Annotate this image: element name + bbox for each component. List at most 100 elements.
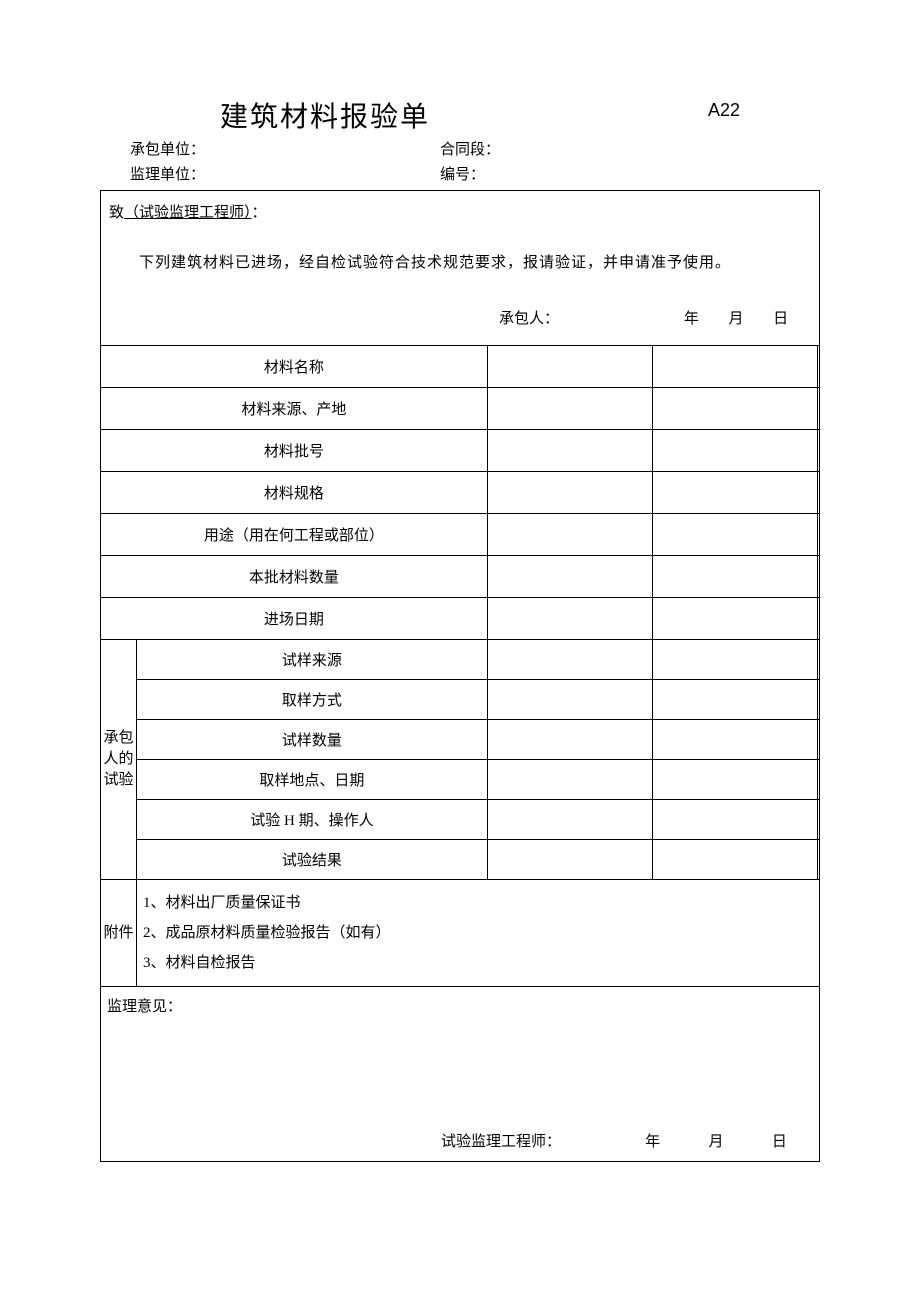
cell-r4-c2 bbox=[652, 472, 817, 514]
cell-r4-c3 bbox=[817, 472, 819, 514]
cell-r3-c3 bbox=[817, 430, 819, 472]
contractor-person-label: 承包人： bbox=[499, 307, 669, 328]
row-material-source: 材料来源、产地 bbox=[101, 388, 820, 430]
meta-row-1: 承包单位： 合同段： bbox=[100, 138, 820, 159]
label-test-result: 试验结果 bbox=[137, 840, 488, 880]
contract-section-label: 合同段： bbox=[440, 138, 820, 159]
cell-g3-c2 bbox=[652, 720, 817, 760]
label-material-spec: 材料规格 bbox=[101, 472, 488, 514]
label-sample-source: 试样来源 bbox=[137, 640, 488, 680]
cell-r6-c1 bbox=[487, 556, 652, 598]
opinion-date: 年 月 日 bbox=[621, 1130, 819, 1151]
label-attachments: 附件 bbox=[101, 880, 137, 987]
cell-r2-c3 bbox=[817, 388, 819, 430]
group-label-text: 承包人的试验 bbox=[103, 730, 133, 788]
to-target: （试验监理工程师） bbox=[124, 205, 252, 221]
body-text: 下列建筑材料已进场，经自检试验符合技术规范要求，报请验证，并申请准予使用。 bbox=[109, 250, 811, 277]
cell-r7-c1 bbox=[487, 598, 652, 640]
label-material-name: 材料名称 bbox=[101, 346, 488, 388]
row-attachments: 附件 1、材料出厂质量保证书 2、成品原材料质量检验报告（如有） 3、材料自检报… bbox=[101, 880, 820, 987]
opinion-year: 年 bbox=[645, 1130, 660, 1151]
opinion-person-label: 试验监理工程师： bbox=[441, 1130, 621, 1151]
label-usage: 用途（用在何工程或部位） bbox=[101, 514, 488, 556]
attach-label-text: 附件 bbox=[103, 925, 133, 941]
top-section-cell: 致（试验监理工程师）： 下列建筑材料已进场，经自检试验符合技术规范要求，报请验证… bbox=[101, 191, 820, 346]
row-test-result: 试验结果 bbox=[101, 840, 820, 880]
opinion-month: 月 bbox=[708, 1130, 723, 1151]
attachment-1: 1、材料出厂质量保证书 bbox=[143, 888, 813, 918]
label-sample-quantity: 试样数量 bbox=[137, 720, 488, 760]
opinion-cell: 监理意见： 试验监理工程师： 年 月 日 bbox=[101, 987, 820, 1162]
cell-g3-c1 bbox=[487, 720, 652, 760]
cell-g3-c3 bbox=[817, 720, 819, 760]
cell-g1-c1 bbox=[487, 640, 652, 680]
attachments-cell: 1、材料出厂质量保证书 2、成品原材料质量检验报告（如有） 3、材料自检报告 bbox=[137, 880, 820, 987]
opinion-sign-row: 试验监理工程师： 年 月 日 bbox=[101, 1130, 819, 1151]
form-code: A22 bbox=[708, 100, 740, 121]
cell-g4-c2 bbox=[652, 760, 817, 800]
label-sampling-location-date: 取样地点、日期 bbox=[137, 760, 488, 800]
cell-r1-c2 bbox=[652, 346, 817, 388]
opinion-day: 日 bbox=[772, 1130, 787, 1151]
opinion-spacer bbox=[101, 1130, 441, 1151]
supervisor-label: 监理单位： bbox=[100, 163, 440, 184]
attachment-3: 3、材料自检报告 bbox=[143, 948, 813, 978]
row-usage: 用途（用在何工程或部位） bbox=[101, 514, 820, 556]
label-contractor-test-group: 承包人的试验 bbox=[101, 640, 137, 880]
row-sampling-location-date: 取样地点、日期 bbox=[101, 760, 820, 800]
cell-r2-c1 bbox=[487, 388, 652, 430]
sign-spacer bbox=[109, 307, 499, 328]
row-sampling-method: 取样方式 bbox=[101, 680, 820, 720]
cell-r7-c3 bbox=[817, 598, 819, 640]
cell-g2-c2 bbox=[652, 680, 817, 720]
cell-r7-c2 bbox=[652, 598, 817, 640]
cell-r5-c3 bbox=[817, 514, 819, 556]
cell-g5-c1 bbox=[487, 800, 652, 840]
to-suffix: ： bbox=[252, 205, 267, 221]
to-prefix: 致 bbox=[109, 205, 124, 221]
cell-r6-c3 bbox=[817, 556, 819, 598]
row-quantity: 本批材料数量 bbox=[101, 556, 820, 598]
cell-g1-c3 bbox=[817, 640, 819, 680]
cell-r4-c1 bbox=[487, 472, 652, 514]
to-line: 致（试验监理工程师）： bbox=[109, 201, 811, 222]
attachment-2: 2、成品原材料质量检验报告（如有） bbox=[143, 918, 813, 948]
contractor-label: 承包单位： bbox=[100, 138, 440, 159]
meta-row-2: 监理单位： 编号： bbox=[100, 163, 820, 184]
cell-g4-c3 bbox=[817, 760, 819, 800]
form-title: 建筑材料报验单 bbox=[220, 95, 430, 135]
top-sign-row: 承包人： 年 月 日 bbox=[109, 307, 811, 328]
cell-g4-c1 bbox=[487, 760, 652, 800]
cell-g6-c3 bbox=[817, 840, 819, 880]
page-container: 建筑材料报验单 A22 承包单位： 合同段： 监理单位： 编号： 致（试验监理工… bbox=[0, 0, 920, 1222]
row-opinion: 监理意见： 试验监理工程师： 年 月 日 bbox=[101, 987, 820, 1162]
label-arrival-date: 进场日期 bbox=[101, 598, 488, 640]
top-date: 年 月 日 bbox=[669, 307, 811, 328]
label-quantity: 本批材料数量 bbox=[101, 556, 488, 598]
cell-r6-c2 bbox=[652, 556, 817, 598]
opinion-label: 监理意见： bbox=[107, 995, 813, 1016]
row-sample-source: 承包人的试验 试样来源 bbox=[101, 640, 820, 680]
month-label: 月 bbox=[728, 307, 743, 328]
top-section-row: 致（试验监理工程师）： 下列建筑材料已进场，经自检试验符合技术规范要求，报请验证… bbox=[101, 191, 820, 346]
cell-g6-c2 bbox=[652, 840, 817, 880]
row-test-date-operator: 试验 H 期、操作人 bbox=[101, 800, 820, 840]
cell-r5-c2 bbox=[652, 514, 817, 556]
cell-r1-c3 bbox=[817, 346, 819, 388]
cell-r1-c1 bbox=[487, 346, 652, 388]
number-label: 编号： bbox=[440, 163, 820, 184]
main-table: 致（试验监理工程师）： 下列建筑材料已进场，经自检试验符合技术规范要求，报请验证… bbox=[100, 190, 820, 1162]
row-material-name: 材料名称 bbox=[101, 346, 820, 388]
cell-g5-c3 bbox=[817, 800, 819, 840]
cell-g6-c1 bbox=[487, 840, 652, 880]
cell-g5-c2 bbox=[652, 800, 817, 840]
cell-r2-c2 bbox=[652, 388, 817, 430]
day-label: 日 bbox=[773, 307, 788, 328]
cell-r3-c2 bbox=[652, 430, 817, 472]
label-test-date-operator: 试验 H 期、操作人 bbox=[137, 800, 488, 840]
cell-g2-c1 bbox=[487, 680, 652, 720]
year-label: 年 bbox=[684, 307, 699, 328]
label-sampling-method: 取样方式 bbox=[137, 680, 488, 720]
cell-r5-c1 bbox=[487, 514, 652, 556]
row-material-spec: 材料规格 bbox=[101, 472, 820, 514]
